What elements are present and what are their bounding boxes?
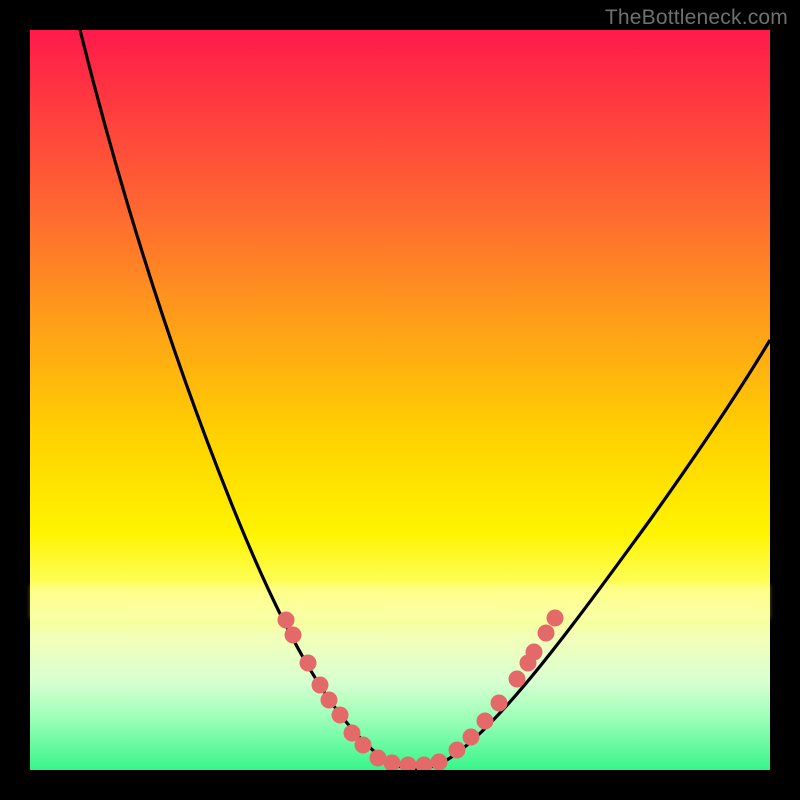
data-point [449,742,466,759]
data-point [321,692,338,709]
data-point [491,695,508,712]
data-point [538,625,555,642]
data-point [431,754,448,771]
watermark-text: TheBottleneck.com [605,6,788,30]
data-point [285,627,302,644]
chart-stage: TheBottleneck.com [0,0,800,800]
curve-layer [30,30,770,770]
data-point [463,729,480,746]
data-point [312,677,329,694]
data-point [332,707,349,724]
data-point [300,655,317,672]
plot-area [30,30,770,770]
data-point [355,737,372,754]
data-point [547,610,564,627]
data-point [400,757,417,771]
data-point [477,713,494,730]
data-point [278,612,295,629]
v-curve [80,30,770,769]
data-point [509,671,526,688]
data-point [526,644,543,661]
data-point [416,757,433,771]
